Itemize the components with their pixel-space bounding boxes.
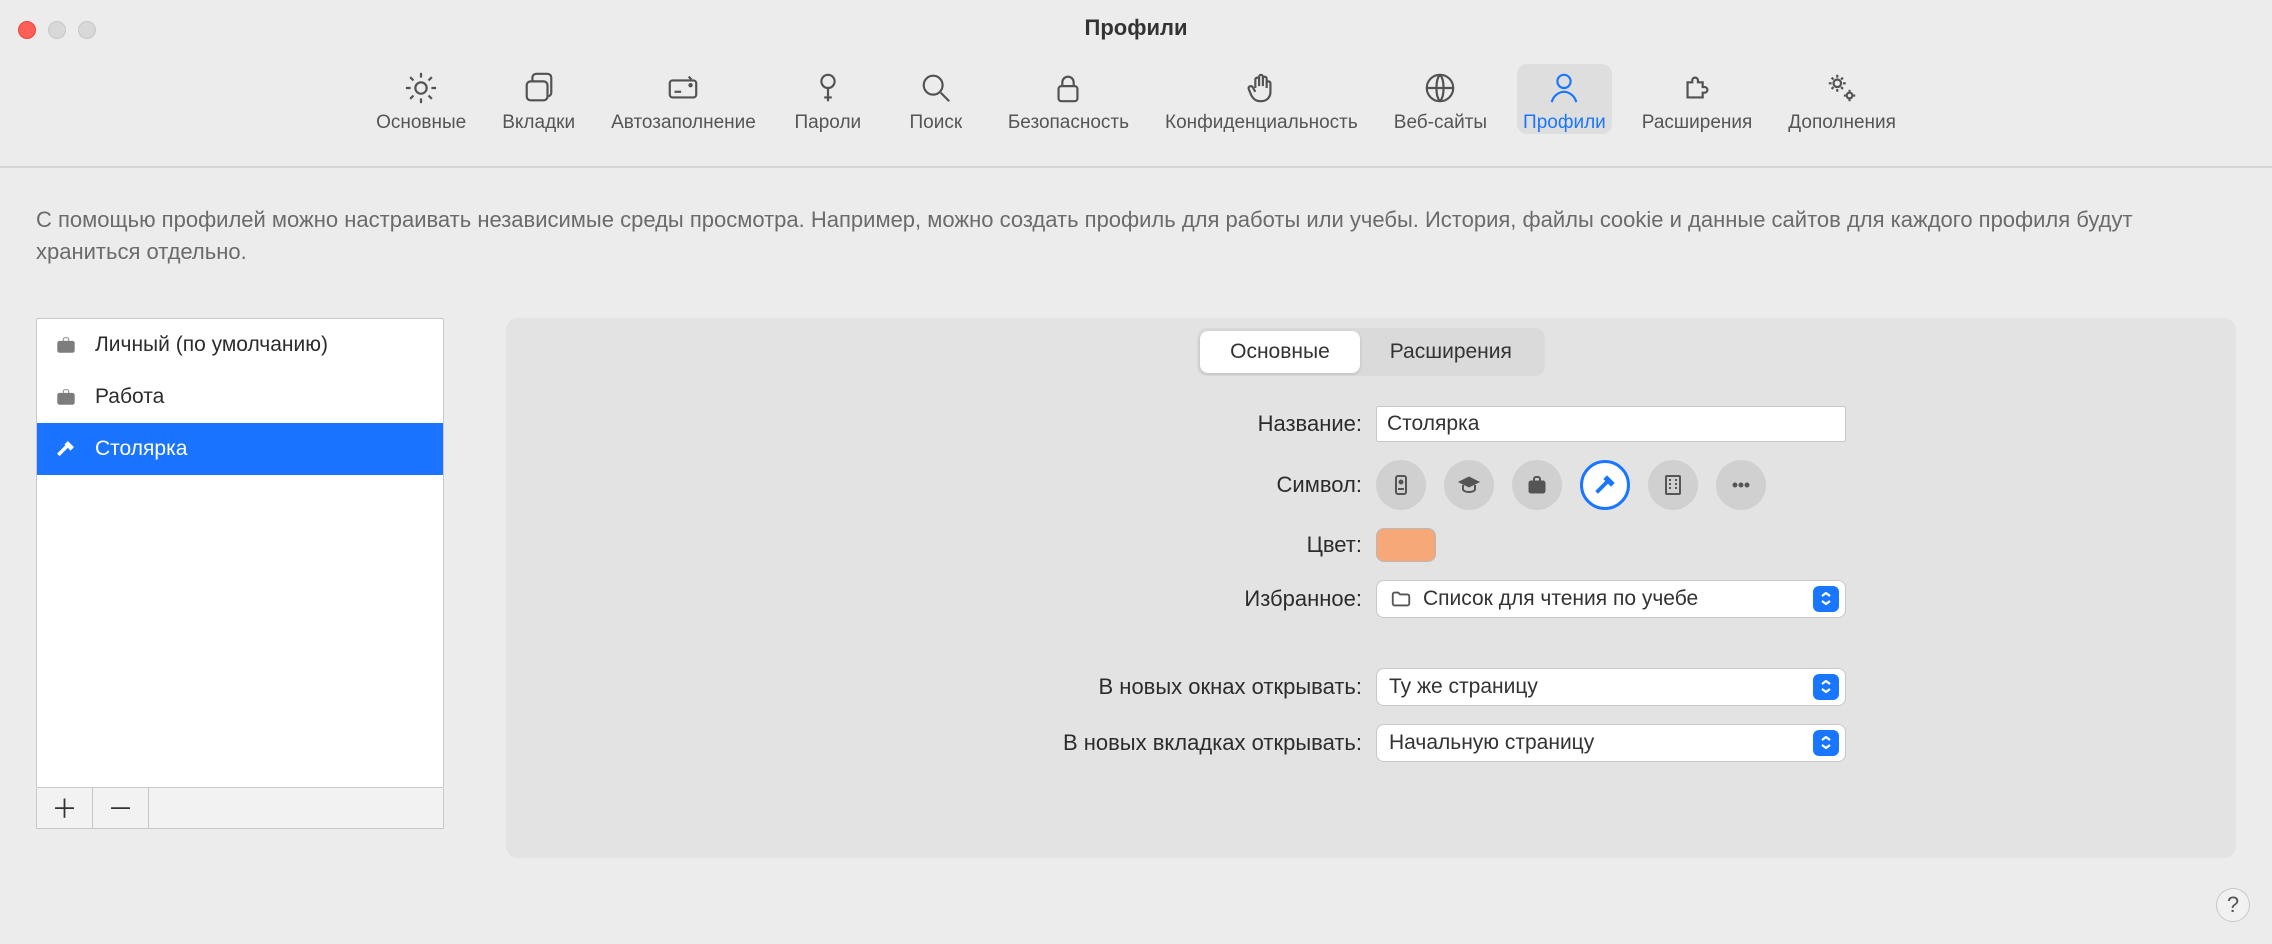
color-picker[interactable]: [1376, 528, 1436, 562]
puzzle-icon: [1679, 70, 1715, 106]
tab-privacy[interactable]: Конфиденциальность: [1159, 64, 1364, 134]
profile-name-input[interactable]: [1376, 406, 1846, 442]
tab-label: Вкладки: [502, 112, 575, 134]
symbol-picker: [1376, 460, 1766, 510]
tab-search[interactable]: Поиск: [894, 64, 978, 134]
tabs-icon: [521, 70, 557, 106]
tab-extensions[interactable]: Расширения: [1636, 64, 1759, 134]
tab-advanced[interactable]: Дополнения: [1782, 64, 1902, 134]
new-tabs-value: Начальную страницу: [1389, 731, 1594, 755]
profile-item-label: Личный (по умолчанию): [95, 333, 328, 357]
symbol-briefcase[interactable]: [1512, 460, 1562, 510]
search-icon: [918, 70, 954, 106]
select-caret-icon: [1813, 730, 1839, 756]
remove-profile-button[interactable]: －: [93, 788, 149, 828]
symbol-building[interactable]: [1648, 460, 1698, 510]
tab-general[interactable]: Основные: [370, 64, 472, 134]
profile-item-work[interactable]: Работа: [37, 371, 443, 423]
tab-security[interactable]: Безопасность: [1002, 64, 1135, 134]
profiles-sidebar: Личный (по умолчанию) Работа Столярка ＋: [36, 318, 444, 858]
tab-label: Поиск: [910, 112, 963, 134]
person-icon: [1546, 70, 1582, 106]
window-title: Профили: [1085, 15, 1188, 41]
tab-label: Дополнения: [1788, 112, 1896, 134]
profile-detail-panel: Основные Расширения Название: Символ:: [506, 318, 2236, 858]
settings-toolbar: Основные Вкладки Автозаполнение Пароли П…: [0, 56, 2272, 160]
profile-item-personal[interactable]: Личный (по умолчанию): [37, 319, 443, 371]
window-controls: [18, 21, 96, 39]
profile-item-label: Работа: [95, 385, 164, 409]
tab-tabs[interactable]: Вкладки: [496, 64, 581, 134]
tab-autofill[interactable]: Автозаполнение: [605, 64, 762, 134]
hammer-icon: [53, 436, 79, 462]
tab-passwords[interactable]: Пароли: [786, 64, 870, 134]
tab-label: Пароли: [795, 112, 862, 134]
profile-item-label: Столярка: [95, 437, 187, 461]
window-close-button[interactable]: [18, 21, 36, 39]
globe-icon: [1422, 70, 1458, 106]
favorites-value: Список для чтения по учебе: [1423, 587, 1698, 611]
add-profile-button[interactable]: ＋: [37, 788, 93, 828]
lock-icon: [1050, 70, 1086, 106]
new-windows-value: Ту же страницу: [1389, 675, 1538, 699]
folder-icon: [1389, 587, 1413, 611]
detail-segmented-control[interactable]: Основные Расширения: [1197, 328, 1545, 376]
symbol-graduation[interactable]: [1444, 460, 1494, 510]
favorites-select[interactable]: Список для чтения по учебе: [1376, 580, 1846, 618]
help-button[interactable]: ?: [2216, 888, 2250, 922]
segment-main[interactable]: Основные: [1200, 331, 1360, 373]
favorites-label: Избранное:: [506, 586, 1376, 612]
hand-icon: [1243, 70, 1279, 106]
tab-label: Профили: [1523, 112, 1606, 134]
tab-label: Конфиденциальность: [1165, 112, 1358, 134]
tab-label: Основные: [376, 112, 466, 134]
symbol-label: Символ:: [506, 472, 1376, 498]
tab-label: Расширения: [1642, 112, 1753, 134]
symbol-hammer[interactable]: [1580, 460, 1630, 510]
segment-extensions[interactable]: Расширения: [1360, 331, 1542, 373]
key-icon: [810, 70, 846, 106]
window-zoom-button[interactable]: [78, 21, 96, 39]
tab-label: Автозаполнение: [611, 112, 756, 134]
new-windows-select[interactable]: Ту же страницу: [1376, 668, 1846, 706]
tab-profiles[interactable]: Профили: [1517, 64, 1612, 134]
profiles-list[interactable]: Личный (по умолчанию) Работа Столярка: [36, 318, 444, 788]
tab-label: Безопасность: [1008, 112, 1129, 134]
select-caret-icon: [1813, 674, 1839, 700]
new-tabs-select[interactable]: Начальную страницу: [1376, 724, 1846, 762]
tab-label: Веб-сайты: [1394, 112, 1487, 134]
gears-icon: [1824, 70, 1860, 106]
new-tabs-label: В новых вкладках открывать:: [506, 730, 1376, 756]
name-label: Название:: [506, 411, 1376, 437]
select-caret-icon: [1813, 586, 1839, 612]
profiles-list-toolbar: ＋ －: [36, 788, 444, 829]
symbol-more[interactable]: [1716, 460, 1766, 510]
autofill-icon: [665, 70, 701, 106]
new-windows-label: В новых окнах открывать:: [506, 674, 1376, 700]
gear-icon: [403, 70, 439, 106]
tab-websites[interactable]: Веб-сайты: [1388, 64, 1493, 134]
symbol-badge[interactable]: [1376, 460, 1426, 510]
window-minimize-button[interactable]: [48, 21, 66, 39]
titlebar: Профили: [0, 0, 2272, 56]
briefcase-icon: [53, 384, 79, 410]
profile-item-carpentry[interactable]: Столярка: [37, 423, 443, 475]
briefcase-icon: [53, 332, 79, 358]
color-label: Цвет:: [506, 532, 1376, 558]
profiles-description: С помощью профилей можно настраивать нез…: [36, 204, 2236, 268]
